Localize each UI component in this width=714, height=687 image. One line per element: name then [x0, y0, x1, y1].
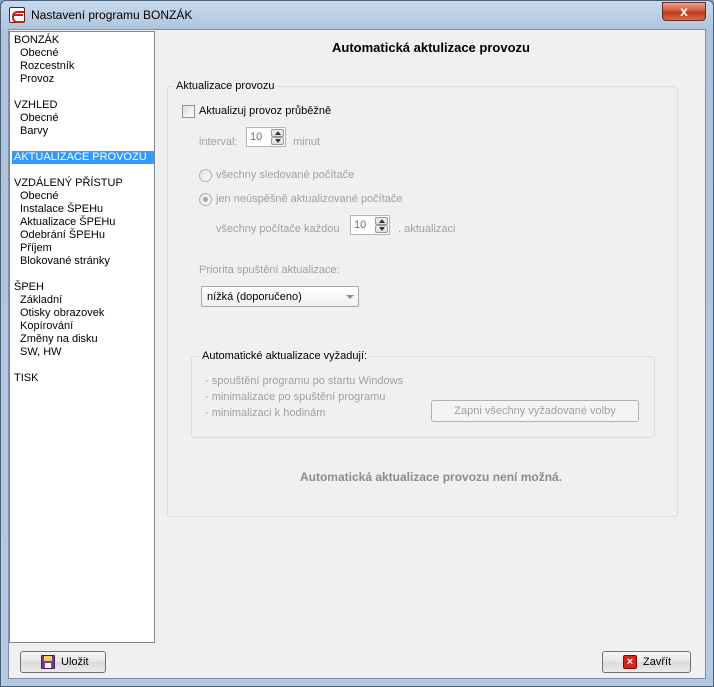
- every-n-value: 10: [354, 219, 367, 231]
- interval-unit: minut: [293, 136, 320, 148]
- radio-failed-computers[interactable]: [199, 193, 212, 206]
- chevron-down-icon[interactable]: [346, 295, 354, 299]
- close-button[interactable]: × Zavřít: [602, 651, 691, 673]
- priority-label: Priorita spuštění aktualizace:: [199, 264, 340, 276]
- priority-select[interactable]: nížká (doporučeno): [201, 286, 359, 307]
- app-logo-icon: [9, 7, 25, 23]
- close-icon: ×: [623, 655, 637, 669]
- group-update-settings-label: Aktualizace provozu: [174, 80, 277, 92]
- every-n-stepper-buttons[interactable]: [375, 217, 388, 233]
- every-n-unit: . aktualizaci: [398, 223, 456, 235]
- page-title: Automatická aktulizace provozu: [332, 40, 530, 55]
- tree-item[interactable]: Rozcestník: [20, 60, 74, 73]
- close-button-label: Zavřít: [643, 656, 672, 668]
- tree-category[interactable]: BONZÁK: [14, 34, 59, 47]
- radio-all-computers-label[interactable]: všechny sledované počítače: [216, 169, 354, 182]
- tree-item[interactable]: SW, HW: [20, 346, 62, 359]
- title-bar[interactable]: Nastavení programu BONZÁK x: [1, 1, 713, 29]
- tree-category[interactable]: ŠPEH: [14, 281, 44, 294]
- tree-item[interactable]: Provoz: [20, 73, 54, 86]
- save-button-label: Uložit: [61, 656, 89, 668]
- tree-item[interactable]: Základní: [20, 294, 62, 307]
- update-status-message: Automatická aktualizace provozu není mož…: [299, 470, 563, 484]
- group-requirements-label: Automatické aktualizace vyžadují:: [200, 350, 370, 362]
- settings-tree[interactable]: BONZÁK Obecné Rozcestník Provoz VZHLED Obecné…: [9, 31, 155, 643]
- tree-item[interactable]: Otisky obrazovek: [20, 307, 104, 320]
- radio-failed-computers-label[interactable]: jen neúspěšně aktualizované počítače: [216, 193, 403, 206]
- tree-item[interactable]: Obecné: [20, 112, 59, 125]
- requirement-item: - spouštění programu po startu Windows: [205, 375, 404, 387]
- tree-item[interactable]: Blokované stránky: [20, 255, 110, 268]
- tree-item[interactable]: Příjem: [20, 242, 52, 255]
- every-n-label: všechny počítače každou: [216, 223, 340, 235]
- interval-value: 10: [250, 131, 263, 143]
- chevron-down-icon[interactable]: [271, 137, 284, 145]
- tree-item[interactable]: Instalace ŠPEHu: [20, 203, 103, 216]
- tree-item[interactable]: Kopírování: [20, 320, 73, 333]
- floppy-disk-icon: [41, 655, 55, 669]
- tree-item[interactable]: Změny na disku: [20, 333, 98, 346]
- auto-update-checkbox-label[interactable]: Aktualizuj provoz průběžně: [199, 105, 331, 118]
- priority-select-value: nížká (doporučeno): [207, 291, 302, 303]
- requirement-item: - minimalizace po spuštění programu: [205, 391, 386, 403]
- save-button[interactable]: Uložit: [20, 651, 106, 673]
- tree-category[interactable]: AKTUALIZACE PROVOZU: [12, 151, 154, 164]
- requirement-item: - minimalizaci k hodinám: [205, 407, 326, 419]
- tree-category[interactable]: VZDÁLENÝ PŘÍSTUP: [14, 177, 123, 190]
- tree-item[interactable]: Obecné: [20, 47, 59, 60]
- window-close-button[interactable]: x: [662, 2, 706, 21]
- interval-stepper-buttons[interactable]: [271, 129, 284, 145]
- enable-required-options-button[interactable]: Zapni všechny vyžadované volby: [431, 400, 639, 422]
- auto-update-checkbox[interactable]: [182, 105, 195, 118]
- tree-item[interactable]: Barvy: [20, 125, 48, 138]
- dialog-client-area: BONZÁK Obecné Rozcestník Provoz VZHLED Obecné…: [8, 29, 706, 679]
- settings-window: Nastavení programu BONZÁK x BONZÁK Obecné…: [0, 0, 714, 687]
- every-n-stepper[interactable]: 10: [350, 215, 390, 235]
- window-title: Nastavení programu BONZÁK: [31, 8, 193, 22]
- tree-category[interactable]: VZHLED: [14, 99, 57, 112]
- tree-item[interactable]: Obecné: [20, 190, 59, 203]
- tree-category[interactable]: TISK: [14, 372, 38, 385]
- chevron-down-icon[interactable]: [375, 225, 388, 233]
- tree-item[interactable]: Odebrání ŠPEHu: [20, 229, 105, 242]
- chevron-up-icon[interactable]: [271, 129, 284, 137]
- radio-all-computers[interactable]: [199, 169, 212, 182]
- tree-item[interactable]: Aktualizace ŠPEHu: [20, 216, 115, 229]
- interval-stepper[interactable]: 10: [246, 127, 286, 147]
- chevron-up-icon[interactable]: [375, 217, 388, 225]
- interval-label: interval:: [199, 136, 238, 148]
